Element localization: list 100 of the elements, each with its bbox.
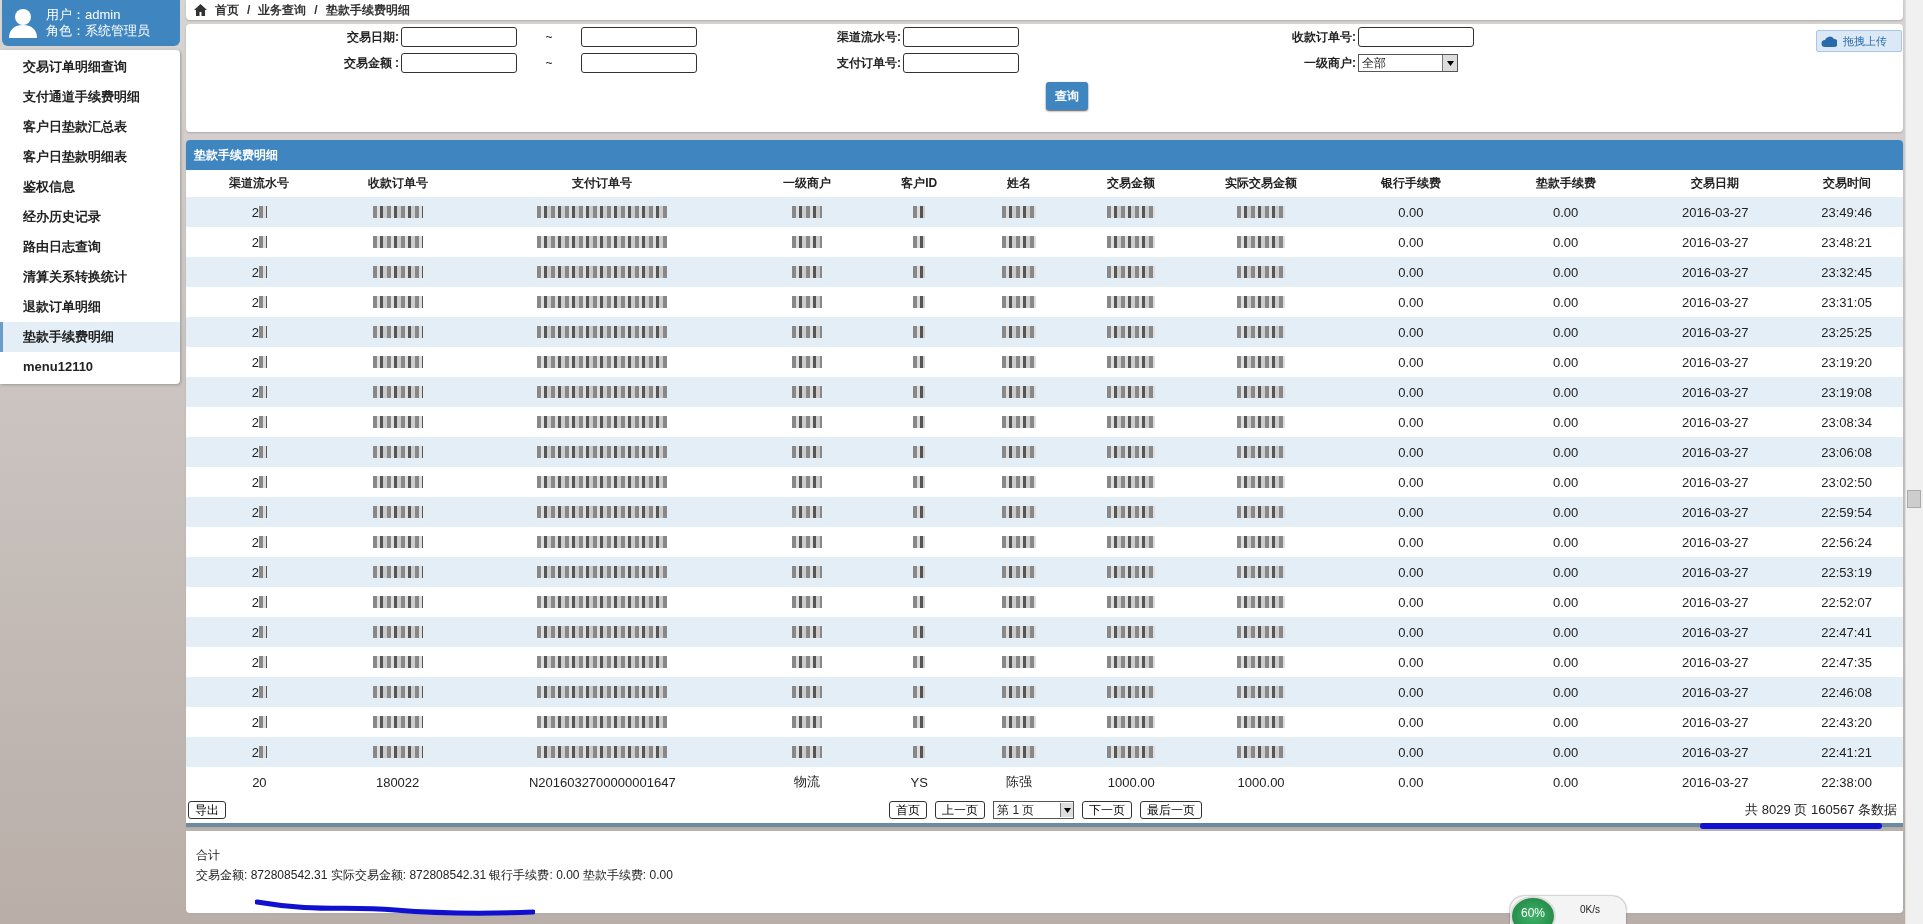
pixelated-text [1237, 746, 1286, 758]
table-title-bar: 垫款手续费明细 [186, 140, 1903, 170]
pixelated-text [913, 656, 926, 668]
table-cell-text: 23:19:08 [1820, 384, 1873, 400]
input-field[interactable] [581, 53, 697, 73]
pixelated-text [1002, 476, 1037, 488]
pixelated-text [913, 746, 926, 758]
table-cell-text: 22:43:20 [1820, 714, 1873, 730]
menu-item[interactable]: 经办历史记录 [0, 202, 180, 232]
menu-item[interactable]: 客户日垫款汇总表 [0, 112, 180, 142]
table-cell-text: 2016-03-27 [1681, 744, 1750, 760]
table-cell-text: 2016-03-27 [1681, 354, 1750, 370]
filter-label: 收款订单号: [1291, 28, 1357, 46]
last-page-button[interactable]: 最后一页 [1140, 801, 1203, 819]
table-cell-text: N2016032700000001647 [527, 774, 677, 790]
table-cell-text: 23:19:20 [1820, 354, 1873, 370]
pixelated-text [1237, 626, 1286, 638]
pixelated-text [1107, 356, 1156, 368]
pixelated-text [1237, 206, 1286, 218]
pixelated-text [372, 506, 423, 518]
breadcrumb-separator: / [314, 3, 318, 17]
scrollbar-thumb[interactable] [1907, 490, 1921, 508]
pixelated-text [1107, 596, 1156, 608]
caret-icon [1446, 60, 1454, 66]
table-cell-text: 0.00 [1397, 504, 1425, 520]
pixelated-text [1002, 236, 1037, 248]
filter-label: 交易金额 : [342, 54, 400, 72]
table-cell-text: 陈强 [1005, 773, 1034, 791]
pixelated-text [372, 626, 423, 638]
input-field[interactable] [401, 27, 517, 47]
upload-button[interactable]: 拖拽上传 [1816, 30, 1902, 52]
menu-item[interactable]: 鉴权信息 [0, 172, 180, 202]
previous-page-button[interactable]: 上一页 [935, 801, 986, 819]
pixelated-text [372, 536, 423, 548]
menu-item[interactable]: 路由日志查询 [0, 232, 180, 262]
pixelated-text [1237, 656, 1286, 668]
pixelated-text [791, 386, 822, 398]
page-select[interactable]: 第 1 页 [993, 801, 1075, 819]
table-cell: 2 [251, 684, 259, 700]
table-cell: 2 [251, 204, 259, 220]
pixelated-text [791, 566, 822, 578]
breadcrumb-link[interactable]: 首页 [215, 1, 239, 19]
menu-item[interactable]: menu12110 [0, 352, 180, 382]
home-icon [194, 4, 207, 16]
table-cell-text: 2016-03-27 [1681, 444, 1750, 460]
table-cell-text: 0.00 [1397, 414, 1425, 430]
query-button[interactable]: 查询 [1046, 82, 1088, 110]
column-header: 交易日期 [1690, 175, 1741, 192]
menu-item[interactable]: 垫款手续费明细 [0, 322, 180, 352]
pixelated-text [1002, 536, 1037, 548]
pixelated-text [791, 356, 822, 368]
column-header: 银行手续费 [1379, 175, 1442, 192]
breadcrumb-current: 垫款手续费明细 [325, 1, 410, 19]
pixelated-text [1107, 296, 1156, 308]
pixelated-text [259, 356, 267, 368]
next-page-button[interactable]: 下一页 [1082, 801, 1133, 819]
menu-item[interactable]: 交易订单明细查询 [0, 52, 180, 82]
input-field[interactable] [401, 53, 517, 73]
pixelated-text [913, 716, 926, 728]
pixelated-text [372, 296, 423, 308]
select-field[interactable]: 全部 [1358, 54, 1458, 72]
pixelated-text [372, 746, 423, 758]
input-field[interactable] [1358, 27, 1474, 47]
input-field[interactable] [903, 27, 1019, 47]
table-cell-text: 0.00 [1397, 564, 1425, 580]
menu-item[interactable]: 清算关系转换统计 [0, 262, 180, 292]
table-cell-text: 22:56:24 [1820, 534, 1873, 550]
export-button[interactable]: 导出 [188, 801, 226, 819]
input-field[interactable] [903, 53, 1019, 73]
breadcrumb-separator: / [247, 3, 251, 17]
table-cell: 2 [251, 534, 259, 550]
menu-item[interactable]: 支付通道手续费明细 [0, 82, 180, 112]
pixelated-text [259, 236, 267, 248]
input-field[interactable] [581, 27, 697, 47]
pixelated-text [791, 716, 822, 728]
menu-item[interactable]: 退款订单明细 [0, 292, 180, 322]
pixelated-text [913, 326, 926, 338]
table-cell-text: 2016-03-27 [1681, 204, 1750, 220]
menu-item[interactable]: 客户日垫款明细表 [0, 142, 180, 172]
pixelated-text [791, 536, 822, 548]
pixelated-text [791, 206, 822, 218]
pixelated-text [1002, 746, 1037, 758]
table-cell-text: 23:06:08 [1820, 444, 1873, 460]
table-cell-text: 0.00 [1397, 264, 1425, 280]
pixelated-text [1237, 356, 1286, 368]
table-cell-text: 0.00 [1551, 714, 1580, 730]
pixelated-text [372, 716, 423, 728]
pixelated-text [1002, 446, 1037, 458]
column-header: 渠道流水号 [228, 175, 291, 192]
pixelated-text [1107, 206, 1156, 218]
pixelated-text [1237, 416, 1286, 428]
table-cell-text: 0.00 [1397, 234, 1425, 250]
table-cell-text: 0.00 [1397, 774, 1425, 790]
table-cell-text: 1000.00 [1106, 774, 1156, 790]
pixelated-text [372, 596, 423, 608]
breadcrumb-link[interactable]: 业务查询 [258, 1, 307, 19]
table-cell-text: 0.00 [1397, 204, 1425, 220]
table-cell: 2 [251, 384, 259, 400]
first-page-button[interactable]: 首页 [889, 801, 928, 819]
column-header: 收款订单号 [366, 175, 429, 192]
